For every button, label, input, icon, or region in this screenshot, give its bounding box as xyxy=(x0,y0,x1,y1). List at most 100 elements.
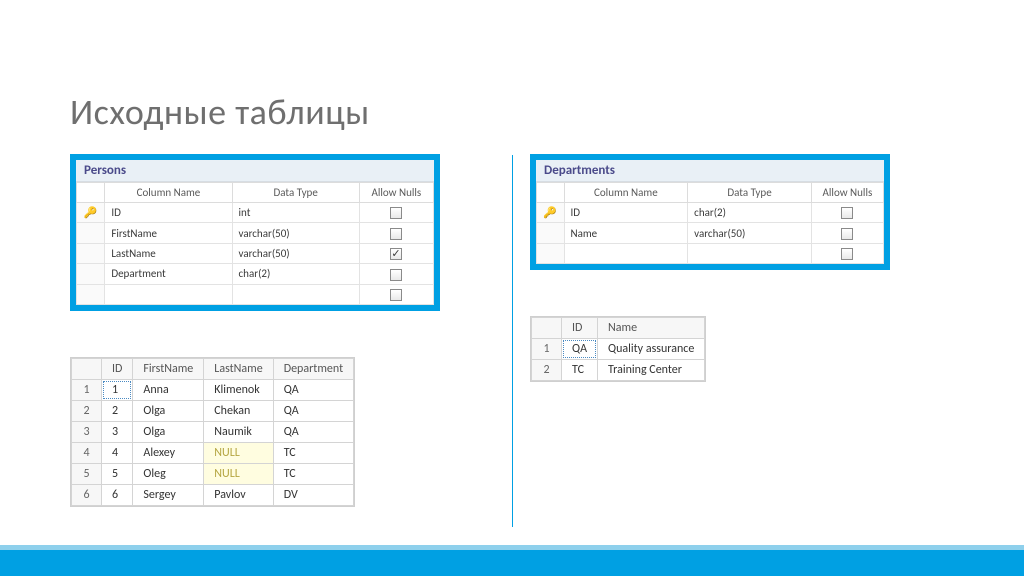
column-name-cell[interactable]: FirstName xyxy=(105,223,232,243)
row-number: 5 xyxy=(72,463,102,484)
cell[interactable]: TC xyxy=(562,360,598,381)
cell[interactable]: TC xyxy=(273,442,353,463)
departments-schema: Departments Column Name Data Type Allow … xyxy=(530,154,890,270)
cell[interactable]: TC xyxy=(273,463,353,484)
row-number: 1 xyxy=(72,379,102,400)
column-name-cell[interactable]: Name xyxy=(564,223,688,243)
cell[interactable]: DV xyxy=(273,484,353,505)
checkbox-icon[interactable] xyxy=(390,207,402,219)
cell[interactable]: QA xyxy=(273,421,353,442)
data-type-cell[interactable]: varchar(50) xyxy=(232,223,359,243)
cell[interactable]: 6 xyxy=(102,484,133,505)
checkbox-icon[interactable] xyxy=(390,248,402,260)
cell[interactable]: Pavlov xyxy=(204,484,273,505)
checkbox-icon[interactable] xyxy=(841,248,853,260)
column-name-cell[interactable]: ID xyxy=(105,203,232,223)
table-row[interactable]: 22OlgaChekanQA xyxy=(72,400,354,421)
allow-nulls-cell[interactable] xyxy=(359,203,433,223)
data-type-cell[interactable]: int xyxy=(232,203,359,223)
departments-schema-grid[interactable]: Column Name Data Type Allow Nulls 🔑IDcha… xyxy=(536,182,884,264)
schema-row[interactable]: 🔑 IDint xyxy=(77,203,434,223)
schema-row[interactable]: FirstNamevarchar(50) xyxy=(77,223,434,243)
cell[interactable]: Sergey xyxy=(133,484,204,505)
checkbox-icon[interactable] xyxy=(841,207,853,219)
cell[interactable]: 2 xyxy=(102,400,133,421)
cell[interactable]: NULL xyxy=(204,442,273,463)
cell[interactable]: Anna xyxy=(133,379,204,400)
cell[interactable]: Quality assurance xyxy=(598,339,705,360)
cell[interactable]: Olga xyxy=(133,400,204,421)
persons-data-grid[interactable]: IDFirstNameLastNameDepartment 11AnnaKlim… xyxy=(71,358,354,506)
schema-row[interactable] xyxy=(77,284,434,304)
cell[interactable]: Training Center xyxy=(598,360,705,381)
checkbox-icon[interactable] xyxy=(841,228,853,240)
table-row[interactable]: 44AlexeyNULLTC xyxy=(72,442,354,463)
data-column-header[interactable]: Department xyxy=(273,358,353,379)
checkbox-icon[interactable] xyxy=(390,289,402,301)
row-number: 6 xyxy=(72,484,102,505)
checkbox-icon[interactable] xyxy=(390,269,402,281)
column-name-cell[interactable]: ID xyxy=(564,203,688,223)
cell[interactable]: Chekan xyxy=(204,400,273,421)
schema-row[interactable]: Departmentchar(2) xyxy=(77,264,434,284)
column-name-cell[interactable] xyxy=(564,243,688,263)
checkbox-icon[interactable] xyxy=(390,228,402,240)
cell[interactable]: QA xyxy=(273,400,353,421)
schema-row[interactable]: Namevarchar(50) xyxy=(537,223,884,243)
key-cell xyxy=(77,223,105,243)
allow-nulls-cell[interactable] xyxy=(811,203,883,223)
persons-schema-grid[interactable]: Column Name Data Type Allow Nulls 🔑IDint… xyxy=(76,182,434,305)
schema-row[interactable]: 🔑IDchar(2) xyxy=(537,203,884,223)
cell[interactable]: 4 xyxy=(102,442,133,463)
col-header-name: Column Name xyxy=(564,183,688,203)
column-name-cell[interactable] xyxy=(105,284,232,304)
cell[interactable]: 3 xyxy=(102,421,133,442)
data-type-cell[interactable]: varchar(50) xyxy=(688,223,812,243)
key-cell: 🔑 xyxy=(537,203,565,223)
departments-data: IDName 1QAQuality assurance2TCTraining C… xyxy=(530,316,706,382)
data-column-header[interactable]: Name xyxy=(598,318,705,339)
cell[interactable]: QA xyxy=(273,379,353,400)
table-row[interactable]: 55OlegNULLTC xyxy=(72,463,354,484)
allow-nulls-cell[interactable] xyxy=(359,243,433,263)
cell[interactable]: Oleg xyxy=(133,463,204,484)
page-title: Исходные таблицы xyxy=(70,90,954,134)
schema-row[interactable]: LastNamevarchar(50) xyxy=(77,243,434,263)
data-column-header[interactable]: ID xyxy=(562,318,598,339)
allow-nulls-cell[interactable] xyxy=(359,223,433,243)
table-row[interactable]: 11AnnaKlimenokQA xyxy=(72,379,354,400)
cell[interactable]: Naumik xyxy=(204,421,273,442)
cell[interactable]: Klimenok xyxy=(204,379,273,400)
data-type-cell[interactable]: varchar(50) xyxy=(232,243,359,263)
departments-data-grid[interactable]: IDName 1QAQuality assurance2TCTraining C… xyxy=(531,317,705,381)
allow-nulls-cell[interactable] xyxy=(811,223,883,243)
column-name-cell[interactable]: LastName xyxy=(105,243,232,263)
allow-nulls-cell[interactable] xyxy=(811,243,883,263)
cell[interactable]: 1 xyxy=(102,379,133,400)
allow-nulls-cell[interactable] xyxy=(359,284,433,304)
column-name-cell[interactable]: Department xyxy=(105,264,232,284)
data-type-cell[interactable]: char(2) xyxy=(232,264,359,284)
data-type-cell[interactable] xyxy=(232,284,359,304)
persons-schema: Persons Column Name Data Type Allow Null… xyxy=(70,154,440,311)
table-row[interactable]: 66SergeyPavlovDV xyxy=(72,484,354,505)
column-divider xyxy=(512,155,513,527)
cell[interactable]: NULL xyxy=(204,463,273,484)
data-type-cell[interactable]: char(2) xyxy=(688,203,812,223)
persons-schema-title: Persons xyxy=(76,160,434,182)
data-column-header[interactable]: FirstName xyxy=(133,358,204,379)
data-column-header[interactable]: ID xyxy=(102,358,133,379)
cell[interactable]: 5 xyxy=(102,463,133,484)
table-row[interactable]: 2TCTraining Center xyxy=(532,360,705,381)
primary-key-icon: 🔑 xyxy=(84,206,98,219)
data-type-cell[interactable] xyxy=(688,243,812,263)
allow-nulls-cell[interactable] xyxy=(359,264,433,284)
cell[interactable]: Alexey xyxy=(133,442,204,463)
schema-row[interactable] xyxy=(537,243,884,263)
persons-data: IDFirstNameLastNameDepartment 11AnnaKlim… xyxy=(70,357,355,507)
table-row[interactable]: 1QAQuality assurance xyxy=(532,339,705,360)
cell[interactable]: Olga xyxy=(133,421,204,442)
cell[interactable]: QA xyxy=(562,339,598,360)
data-column-header[interactable]: LastName xyxy=(204,358,273,379)
table-row[interactable]: 33OlgaNaumikQA xyxy=(72,421,354,442)
